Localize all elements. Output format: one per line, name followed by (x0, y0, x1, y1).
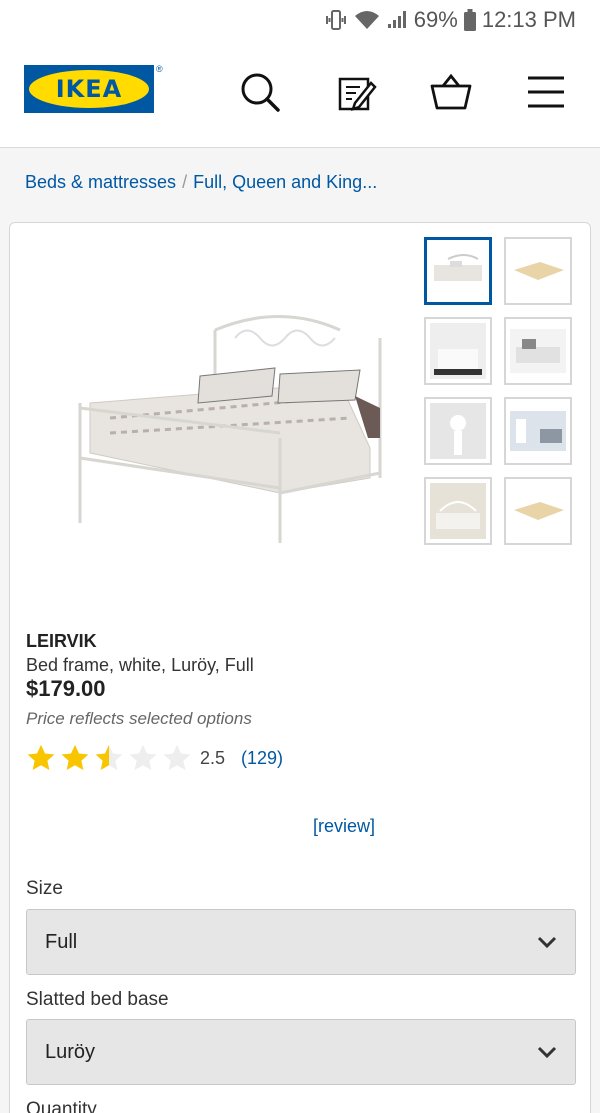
slatted-base-select-value: Luröy (45, 1040, 96, 1063)
product-description: Bed frame, white, Luröy, Full (26, 655, 254, 675)
thumbnail-bed-detail[interactable] (504, 317, 572, 385)
rating-count-link[interactable]: (129) (241, 748, 283, 769)
slatted-base-label: Slatted bed base (26, 989, 169, 1010)
wifi-icon (354, 10, 380, 30)
thumbnail-bedroom-scene[interactable] (504, 397, 572, 465)
search-icon[interactable] (238, 70, 282, 114)
product-price: $179.00 (26, 676, 106, 701)
product-card: LEIRVIK Bed frame, white, Luröy, Full $1… (9, 222, 591, 1113)
vibrate-icon (324, 9, 348, 31)
product-main-image[interactable] (50, 308, 395, 543)
thumbnail-bed-room[interactable] (424, 477, 492, 545)
star-icon (61, 744, 89, 770)
breadcrumb: Beds & mattresses / Full, Queen and King… (25, 172, 377, 193)
breadcrumb-full-queen-king[interactable]: Full, Queen and King... (193, 172, 377, 193)
star-half-icon (95, 744, 123, 770)
shopping-list-icon[interactable] (334, 70, 378, 114)
size-select-value: Full (45, 930, 78, 953)
rating-value: 2.5 (200, 747, 226, 768)
menu-icon[interactable] (524, 70, 568, 114)
status-bar: 69% 12:13 PM (0, 0, 600, 40)
ikea-logo[interactable]: IKEA (24, 65, 154, 113)
slatted-base-select[interactable]: Luröy (26, 1019, 576, 1085)
thumbnail-headboard-closeup[interactable] (424, 397, 492, 465)
chevron-down-icon (537, 1046, 557, 1059)
quantity-label: Quantity (26, 1099, 97, 1113)
chevron-down-icon (537, 936, 557, 949)
star-empty-icon (129, 744, 157, 770)
size-label: Size (26, 878, 63, 899)
star-empty-icon (163, 744, 191, 770)
size-select[interactable]: Full (26, 909, 576, 975)
app-header: IKEA ® (0, 40, 600, 148)
star-icon (27, 744, 55, 770)
product-name: LEIRVIK (26, 631, 97, 651)
cart-icon[interactable] (429, 70, 473, 114)
registered-mark: ® (156, 64, 163, 74)
battery-percent: 69% (413, 7, 458, 32)
breadcrumb-beds-mattresses[interactable]: Beds & mattresses (25, 172, 176, 193)
battery-icon (463, 9, 476, 31)
thumbnail-bed-front[interactable] (424, 237, 492, 305)
breadcrumb-separator: / (182, 172, 188, 192)
thumbnail-slats[interactable] (504, 237, 572, 305)
price-note: Price reflects selected options (26, 709, 252, 728)
rating[interactable]: 2.5 (129) (26, 743, 283, 773)
signal-icon (386, 10, 408, 30)
clock: 12:13 PM (481, 7, 576, 32)
logo-text: IKEA (55, 75, 123, 103)
review-link[interactable]: [review] (313, 816, 375, 837)
thumbnail-slats-2[interactable] (504, 477, 572, 545)
thumbnail-bedroom-white[interactable] (424, 317, 492, 385)
